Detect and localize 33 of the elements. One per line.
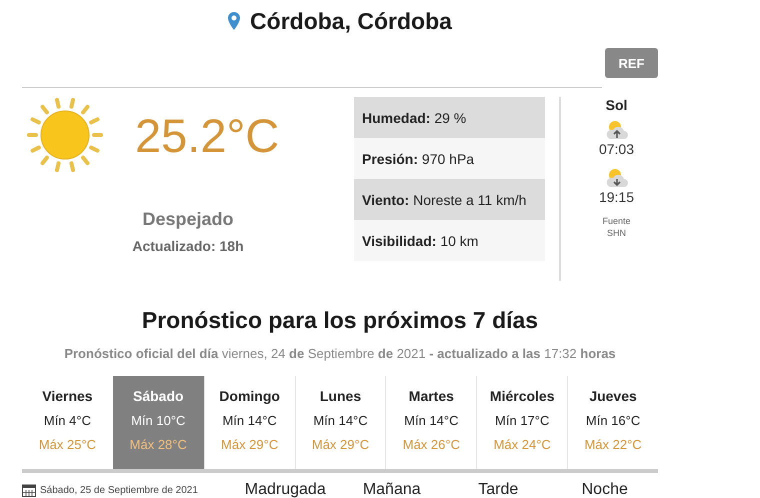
updated-text: Actualizado: 18h xyxy=(132,238,244,254)
period-heading: Noche xyxy=(580,481,629,498)
period-heading: Tarde xyxy=(477,481,520,498)
period-heading: Mañana xyxy=(362,481,422,498)
period-heading: Madrugada xyxy=(244,481,327,498)
sunrise-icon xyxy=(604,119,628,141)
source-text: Fuente xyxy=(602,215,631,227)
date-text: Sábado, 25 de Septiembre de 2021 xyxy=(40,484,198,496)
stat-row: Presión: 970 hPa xyxy=(354,138,545,179)
ref-button[interactable]: REF xyxy=(605,48,658,78)
calendar-icon xyxy=(22,483,36,497)
day-tab[interactable]: Jueves Mín 16°C Máx 22°C xyxy=(567,376,658,469)
day-tab[interactable]: Lunes Mín 14°C Máx 29°C xyxy=(294,376,386,469)
day-tab[interactable]: Sábado Mín 10°C Máx 28°C xyxy=(112,376,204,469)
sunset-icon xyxy=(604,167,628,189)
stat-row: Humedad: 29 % xyxy=(354,97,545,138)
forecast-title: Pronóstico para los próximos 7 días xyxy=(140,307,540,334)
location-pin-icon xyxy=(228,12,240,30)
sun-title: Sol xyxy=(606,97,628,113)
day-tab[interactable]: Martes Mín 14°C Máx 26°C xyxy=(385,376,476,469)
day-tab[interactable]: Viernes Mín 4°C Máx 25°C xyxy=(22,376,113,469)
day-tab[interactable]: Domingo Mín 14°C Máx 29°C xyxy=(204,376,295,469)
stat-row: Viento: Noreste a 11 km/h xyxy=(354,179,545,220)
temperature: 25.2°C xyxy=(135,108,280,162)
location-title: Córdoba, Córdoba xyxy=(250,8,452,34)
sun-icon xyxy=(27,97,103,173)
sun-time: 19:15 xyxy=(598,189,634,205)
sun-time: 07:03 xyxy=(598,141,634,157)
forecast-subtitle: Pronóstico oficial del día viernes, 24 de Septiembre de 2021 - actualizado a las 17:32 horas xyxy=(63,346,617,361)
stat-row: Visibilidad: 10 km xyxy=(354,220,545,261)
condition-text: Despejado xyxy=(142,209,234,230)
source-text: SHN xyxy=(606,227,626,239)
day-tab[interactable]: Miércoles Mín 17°C Máx 24°C xyxy=(476,376,568,469)
